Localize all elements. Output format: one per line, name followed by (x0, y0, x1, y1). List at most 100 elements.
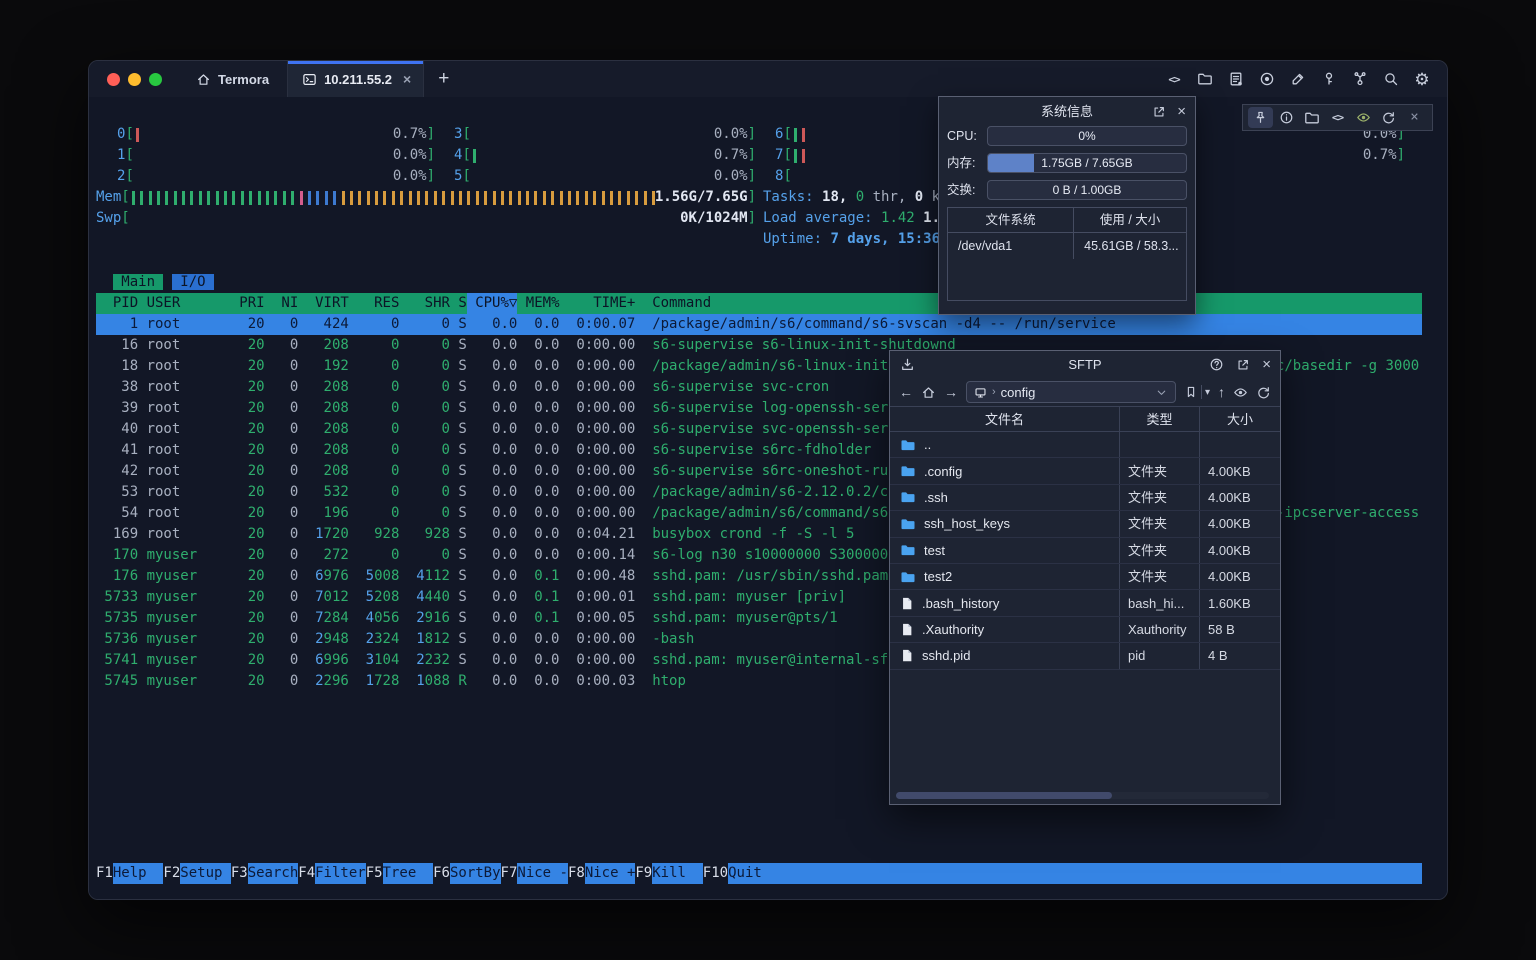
fs-row[interactable]: /dev/vda145.61GB / 58.3... (948, 233, 1186, 259)
file-row[interactable]: .config 文件夹 4.00KB (890, 458, 1280, 484)
info-icon[interactable] (1274, 107, 1299, 128)
home-icon[interactable] (921, 385, 936, 400)
column-res[interactable]: RES (349, 293, 400, 314)
fs-column[interactable]: 使用 / 大小 (1074, 210, 1186, 231)
fkey-f1[interactable]: F1 (96, 863, 113, 884)
scrollbar-thumb[interactable] (896, 792, 1112, 799)
upload-icon[interactable]: ↑ (1218, 382, 1225, 403)
terminal[interactable]: 0[0.7%] 1[0.0%] 2[0.0%] 3[0.0%] 4[0.7%] … (89, 97, 1447, 899)
file-row[interactable]: .Xauthority Xauthority 58 B (890, 617, 1280, 643)
edit-icon[interactable] (1289, 70, 1307, 88)
fkey-f3[interactable]: F3 (231, 863, 248, 884)
file-row[interactable]: .. (890, 432, 1280, 458)
fkey-f6[interactable]: F6 (433, 863, 450, 884)
column-size[interactable]: 大小 (1199, 407, 1280, 431)
refresh-icon[interactable] (1256, 385, 1271, 400)
htop-tab-io[interactable]: I/O (172, 274, 214, 290)
file-row[interactable]: test2 文件夹 4.00KB (890, 564, 1280, 590)
fkey-action-nice[interactable]: Nice - (517, 863, 568, 884)
column-mem[interactable]: MEM% (517, 293, 559, 314)
tab-home[interactable]: Termora (178, 61, 287, 97)
column-pri[interactable]: PRI (222, 293, 264, 314)
file-row[interactable]: ssh_host_keys 文件夹 4.00KB (890, 511, 1280, 537)
open-in-window-icon[interactable] (1236, 358, 1250, 372)
column-filename[interactable]: 文件名 (890, 407, 1119, 431)
column-type[interactable]: 类型 (1119, 407, 1199, 431)
chevron-down-icon[interactable] (1155, 386, 1168, 399)
code-icon[interactable]: <> (1165, 70, 1183, 88)
search-icon[interactable] (1382, 70, 1400, 88)
fkey-action-tree[interactable]: Tree (383, 863, 434, 884)
download-icon[interactable] (900, 351, 915, 378)
folder-icon[interactable] (1299, 107, 1324, 128)
process-row[interactable]: 1root20042400S0.00.00:00.07/package/admi… (96, 314, 1422, 335)
record-icon[interactable] (1258, 70, 1276, 88)
fkey-f10[interactable]: F10 (703, 863, 728, 884)
close-panel-icon[interactable]: × (1177, 101, 1186, 122)
fkey-f7[interactable]: F7 (501, 863, 518, 884)
fkey-action-setup[interactable]: Setup (180, 863, 231, 884)
fs-column[interactable]: 文件系统 (948, 208, 1074, 232)
pin-icon[interactable] (1248, 107, 1273, 128)
close-sftp-icon[interactable]: × (1262, 354, 1271, 375)
column-virt[interactable]: VIRT (298, 293, 349, 314)
folder-icon (900, 489, 916, 505)
sftp-window: SFTP × ← → › config (889, 350, 1281, 805)
new-tab-button[interactable]: + (424, 61, 463, 97)
show-hidden-icon[interactable] (1233, 385, 1248, 400)
folder-icon (900, 516, 916, 532)
file-row[interactable]: .bash_history bash_hi... 1.60KB (890, 590, 1280, 616)
bookmark-icon[interactable] (1184, 385, 1198, 399)
fkey-f9[interactable]: F9 (635, 863, 652, 884)
folder-icon (900, 542, 916, 558)
refresh-icon[interactable] (1376, 107, 1401, 128)
fkey-action-kill[interactable]: Kill (652, 863, 703, 884)
file-row[interactable]: .ssh 文件夹 4.00KB (890, 485, 1280, 511)
column-pid[interactable]: PID (96, 293, 138, 314)
fkey-f5[interactable]: F5 (366, 863, 383, 884)
open-in-window-icon[interactable] (1152, 105, 1166, 119)
code-icon[interactable]: <> (1325, 107, 1350, 128)
column-user[interactable]: USER (138, 293, 222, 314)
column-cpu[interactable]: CPU%▽ (467, 293, 518, 314)
help-icon[interactable] (1209, 357, 1224, 372)
fkey-action-search[interactable]: Search (248, 863, 299, 884)
file-row[interactable]: test 文件夹 4.00KB (890, 538, 1280, 564)
termora-window: Termora 10.211.55.2 × + <> ⚙ 0[0.7%] 1[0.… (88, 60, 1448, 900)
notes-icon[interactable] (1227, 70, 1245, 88)
settings-icon[interactable]: ⚙ (1413, 70, 1431, 88)
file-row[interactable]: sshd.pid pid 4 B (890, 643, 1280, 669)
column-time[interactable]: TIME+ (560, 293, 636, 314)
close-icon[interactable]: × (1402, 107, 1427, 128)
bookmark-dropdown-icon[interactable]: ▾ (1205, 382, 1210, 403)
close-tab-icon[interactable]: × (403, 71, 411, 87)
key-icon[interactable] (1320, 70, 1338, 88)
fkey-action-filter[interactable]: Filter (315, 863, 366, 884)
fkey-action-help[interactable]: Help (113, 863, 164, 884)
fkey-action-sortby[interactable]: SortBy (450, 863, 501, 884)
cpu-meter-2: 2[0.0%] (117, 166, 435, 187)
back-icon[interactable]: ← (899, 382, 913, 403)
htop-tab-main[interactable]: Main (113, 274, 164, 290)
fkey-f8[interactable]: F8 (568, 863, 585, 884)
sysinfo-meter-row: 交换:0 B / 1.00GB (947, 180, 1187, 200)
path-breadcrumb[interactable]: › config (966, 381, 1176, 403)
fkey-f4[interactable]: F4 (298, 863, 315, 884)
fkey-action-quit[interactable]: Quit (728, 863, 779, 884)
forward-icon[interactable]: → (944, 382, 958, 403)
minimize-window-button[interactable] (128, 73, 141, 86)
zoom-window-button[interactable] (149, 73, 162, 86)
fkey-action-nice[interactable]: Nice + (585, 863, 636, 884)
folder-icon[interactable] (1196, 70, 1214, 88)
close-window-button[interactable] (107, 73, 120, 86)
tab-session[interactable]: 10.211.55.2 × (287, 61, 424, 97)
file-size (1199, 432, 1280, 457)
column-s[interactable]: S (450, 293, 467, 314)
file-table-header: 文件名 类型 大小 (890, 406, 1280, 432)
sysinfo-meter-row: CPU:0% (947, 126, 1187, 146)
column-shr[interactable]: SHR (399, 293, 450, 314)
fkey-f2[interactable]: F2 (163, 863, 180, 884)
keychain-icon[interactable] (1351, 70, 1369, 88)
column-ni[interactable]: NI (265, 293, 299, 314)
gpu-icon[interactable] (1351, 107, 1376, 128)
